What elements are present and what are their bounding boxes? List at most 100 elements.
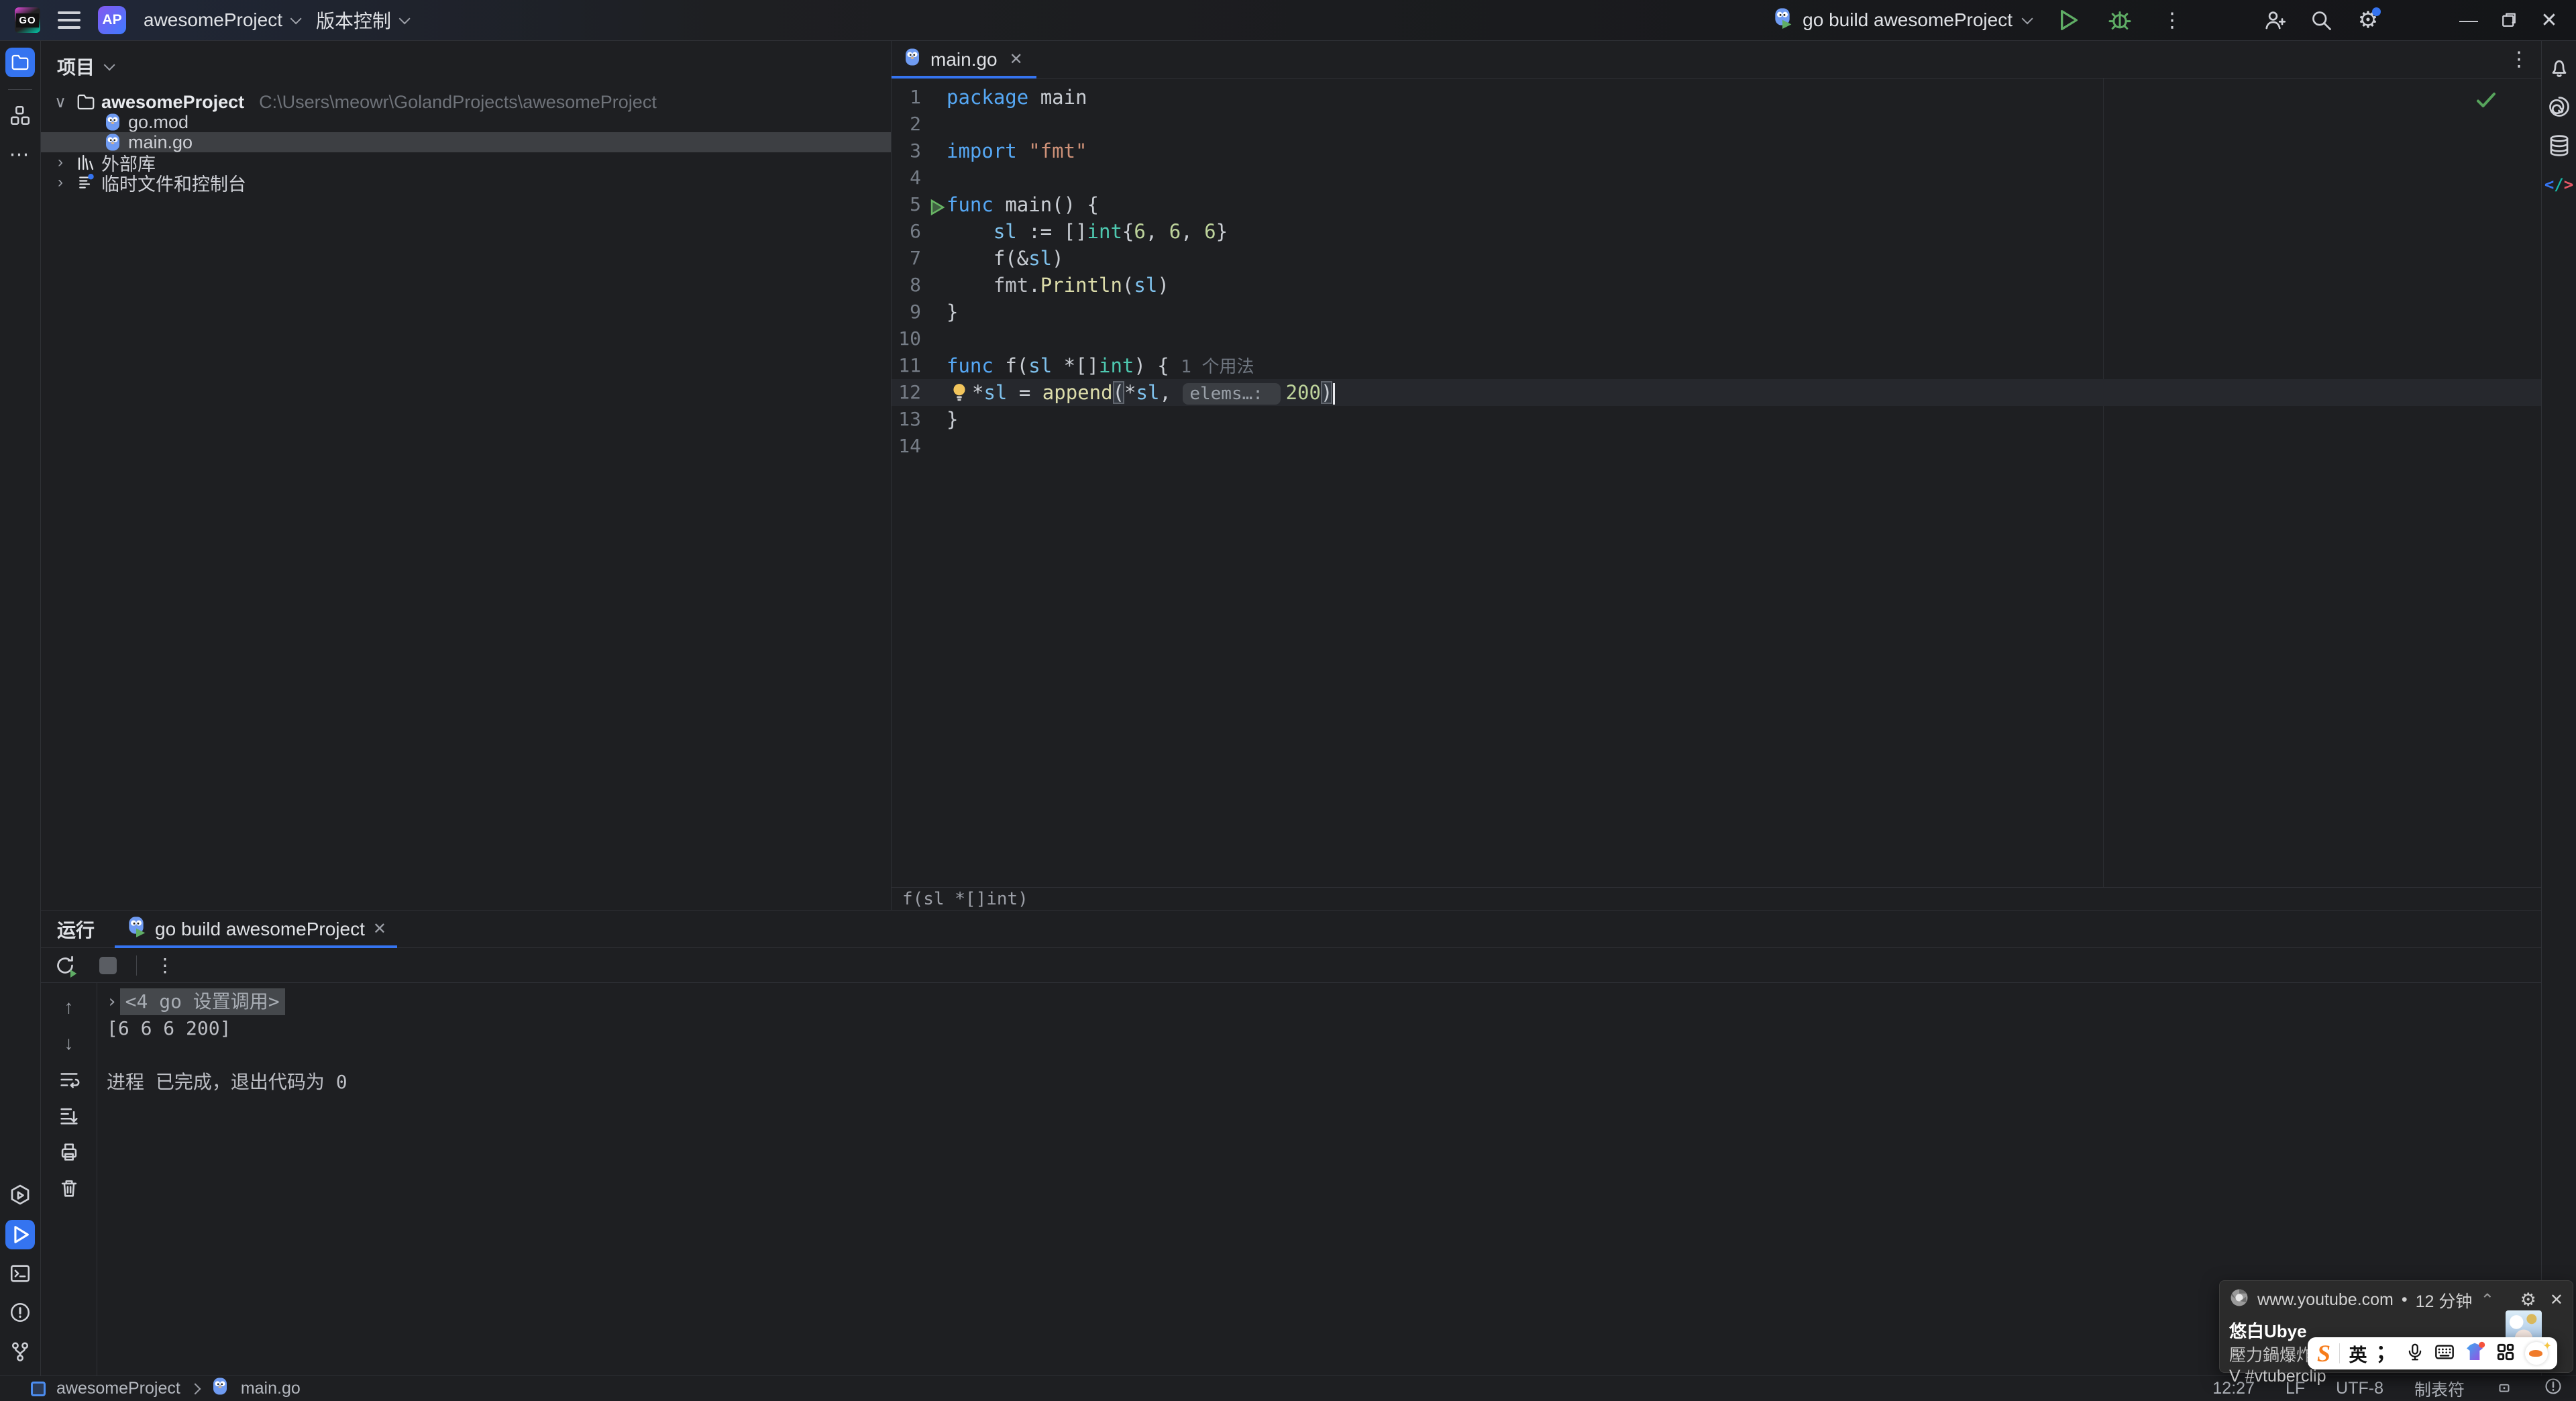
console-output[interactable]: › <4 go 设置调用> [6 6 6 200] 进程 已完成，退出代码为 0 [97, 983, 2541, 1376]
toolbox-grid-icon[interactable] [2495, 1341, 2516, 1366]
code-line-1[interactable]: 1 package main [892, 84, 2541, 111]
close-run-tab-icon[interactable]: ✕ [373, 919, 386, 939]
fold-expand-icon[interactable]: › [107, 988, 117, 1015]
chevron-right-icon[interactable]: › [50, 153, 70, 172]
sogou-logo-icon[interactable]: S [2317, 1339, 2330, 1367]
code-token: 6 [1169, 220, 1181, 243]
project-avatar[interactable]: AP [98, 6, 126, 34]
debug-button[interactable] [2105, 5, 2135, 35]
code-token: int [1099, 354, 1134, 377]
code-token: } [947, 408, 959, 431]
gear-icon[interactable]: ⚙ [2353, 5, 2383, 35]
code-token: package [947, 86, 1040, 109]
run-configuration-selector[interactable]: go build awesomeProject [1772, 7, 2033, 34]
tree-item-awesomeProject[interactable]: ∨ awesomeProject C:\Users\meowr\GolandProj… [41, 92, 891, 112]
tool-stripe-git-icon[interactable] [5, 1337, 35, 1366]
chevron-down-icon[interactable]: ∨ [50, 93, 70, 112]
tool-stripe-terminal-icon[interactable] [5, 1259, 35, 1288]
code-line-3[interactable]: 3 import "fmt" [892, 138, 2541, 164]
tool-stripe-run-icon[interactable] [5, 1220, 35, 1249]
param-inlay-hint[interactable]: elems…: [1183, 383, 1281, 405]
tree-item-[interactable]: › 临时文件和控制台 [41, 172, 891, 195]
tool-stripe-more-icon[interactable]: ⋯ [5, 140, 35, 169]
console-fold-line[interactable]: › <4 go 设置调用> [107, 988, 2541, 1015]
usages-inlay-hint[interactable]: 1 个用法 [1181, 357, 1254, 377]
maximize-window-button[interactable] [2489, 0, 2529, 41]
ime-punctuation-toggle[interactable]: ； [2376, 1343, 2396, 1363]
microphone-icon[interactable] [2405, 1342, 2425, 1365]
code-line-12[interactable]: 12 *sl = append(*sl, elems…: 200) [892, 379, 2541, 406]
code-line-9[interactable]: 9} [892, 299, 2541, 325]
user-plus-icon[interactable] [2259, 5, 2289, 35]
tool-stripe-structure-icon[interactable] [5, 101, 35, 130]
soft-wrap-icon[interactable] [54, 1065, 84, 1094]
line-number: 5 [910, 193, 921, 215]
scroll-end-icon[interactable] [54, 1101, 84, 1131]
arrow-up-icon[interactable]: ↑ [54, 992, 84, 1022]
intention-bulb-icon[interactable] [951, 382, 968, 409]
skin-icon[interactable] [2464, 1341, 2485, 1366]
tool-stripe-folder-icon[interactable] [5, 48, 35, 77]
notification-source: www.youtube.com [2257, 1290, 2394, 1309]
sticky-context-line[interactable]: f(sl *[]int) [892, 887, 2541, 910]
code-token: sl [993, 220, 1017, 243]
tool-stripe-bell-icon[interactable] [2544, 53, 2574, 83]
code-line-7[interactable]: 7 f(&sl) [892, 245, 2541, 272]
search-icon[interactable] [2306, 5, 2336, 35]
code-line-13[interactable]: 13} [892, 406, 2541, 433]
code-text: f(&sl) [947, 245, 1064, 272]
chevron-right-icon[interactable]: › [50, 173, 70, 192]
tool-stripe-database-icon[interactable] [2544, 131, 2574, 160]
trash-icon[interactable] [54, 1174, 84, 1203]
run-tab[interactable]: go build awesomeProject ✕ [115, 911, 397, 948]
keyboard-icon[interactable] [2434, 1341, 2455, 1366]
more-actions-kebab-icon[interactable]: ⋮ [2157, 5, 2187, 35]
tool-stripe-problems-icon[interactable] [5, 1298, 35, 1327]
close-tab-icon[interactable]: ✕ [1010, 50, 1023, 69]
arrow-down-icon[interactable]: ↓ [54, 1029, 84, 1058]
notification-settings-gear-icon[interactable]: ⚙ [2520, 1290, 2536, 1310]
ime-toolbar[interactable]: S 英 ； [2308, 1337, 2557, 1369]
tool-stripe-services-icon[interactable] [5, 1181, 35, 1210]
ime-language-toggle[interactable]: 英 [2349, 1341, 2367, 1367]
fold-chip[interactable]: <4 go 设置调用> [119, 988, 285, 1015]
chevron-down-icon [2021, 13, 2033, 25]
code-line-2[interactable]: 2 [892, 111, 2541, 138]
code-line-6[interactable]: 6 sl := []int{6, 6, 6} [892, 218, 2541, 245]
minimize-window-button[interactable]: — [2449, 0, 2489, 41]
code-line-8[interactable]: 8 fmt.Println(sl) [892, 272, 2541, 299]
code-text: *sl = append(*sl, elems…: 200) [972, 379, 1336, 407]
rerun-icon[interactable] [50, 951, 80, 980]
print-icon[interactable] [54, 1137, 84, 1167]
code-line-10[interactable]: 10 [892, 325, 2541, 352]
main-menu-icon[interactable] [58, 11, 80, 29]
code-line-4[interactable]: 4 [892, 164, 2541, 191]
breadcrumb-file[interactable]: main.go [241, 1379, 301, 1398]
notification-close-icon[interactable]: ✕ [2550, 1290, 2563, 1310]
notification-time: 12 分钟 [2415, 1292, 2473, 1311]
run-button[interactable] [2053, 5, 2082, 35]
ime-ai-face-icon[interactable] [2524, 1339, 2552, 1365]
code-line-14[interactable]: 14 [892, 433, 2541, 460]
tree-item-go.mod[interactable]: go.mod [41, 112, 891, 132]
go-file-icon [902, 47, 922, 72]
tree-item-main.go[interactable]: main.go [41, 132, 891, 152]
tool-stripe-ai-icon[interactable] [2544, 92, 2574, 121]
line-number: 7 [910, 247, 921, 269]
editor-tab-maingo[interactable]: main.go ✕ [892, 41, 1036, 79]
kebab-icon[interactable]: ⋮ [150, 951, 180, 980]
project-menu[interactable]: awesomeProject [144, 9, 302, 31]
breadcrumb-project[interactable]: awesomeProject [56, 1379, 180, 1398]
vcs-menu[interactable]: 版本控制 [316, 7, 411, 34]
project-panel-header[interactable]: 项目 [41, 46, 891, 92]
code-editor[interactable]: 1 package main 2 3 import "fmt" 4 5 func main()… [892, 79, 2541, 887]
code-line-11[interactable]: 11 func f(sl *[]int) { 1 个用法 [892, 352, 2541, 379]
code-line-5[interactable]: 5 func main() { [892, 191, 2541, 218]
stop-icon[interactable] [93, 951, 123, 980]
line-number: 10 [898, 327, 921, 350]
tool-stripe-code-icon[interactable]: </> [2544, 170, 2574, 199]
code-token: . [1028, 274, 1040, 297]
run-panel-title[interactable]: 运行 [41, 916, 115, 943]
editor-options-kebab-icon[interactable]: ⋮ [2509, 48, 2529, 71]
close-window-button[interactable]: ✕ [2529, 0, 2569, 41]
